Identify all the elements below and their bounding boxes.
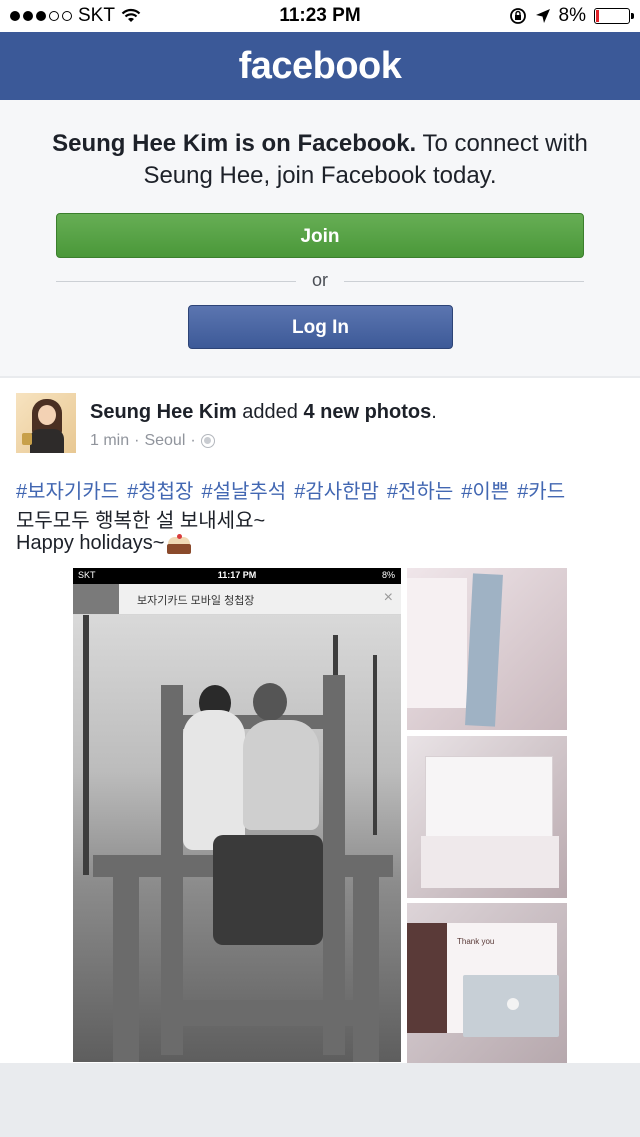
hashtag-link[interactable]: #이쁜	[461, 475, 509, 504]
hashtag-link[interactable]: #청첩장	[127, 475, 193, 504]
or-divider: or	[56, 270, 584, 294]
post-photo-thumb[interactable]: Thank you	[407, 903, 567, 1063]
post-time[interactable]: 1 min	[90, 432, 129, 450]
photo-bar-title: 보자기카드 모바일 청첩장	[137, 595, 255, 607]
post-photo-count-link[interactable]: 4 new photos	[303, 401, 431, 423]
status-right: 8%	[509, 5, 634, 27]
avatar[interactable]	[16, 393, 76, 453]
join-message: Seung Hee Kim is on Facebook. To connect…	[40, 128, 600, 192]
hashtag-link[interactable]: #카드	[517, 475, 565, 504]
photo-battery: 8%	[381, 570, 395, 580]
hashtag-link[interactable]: #전하는	[387, 475, 453, 504]
post-photo-thumb[interactable]	[407, 568, 567, 730]
photo-status-bar: SKT 11:17 PM 8%	[73, 568, 401, 584]
post-action-text: added	[236, 401, 304, 423]
facebook-header: facebook	[0, 32, 640, 100]
hashtag-row: #보자기카드 #청첩장 #설날추석 #감사한맘 #전하는 #이쁜 #카드	[16, 475, 565, 504]
photo-back-block	[73, 584, 119, 614]
post-location[interactable]: Seoul	[144, 432, 185, 450]
divider-line-right	[344, 281, 584, 282]
post-photo-main[interactable]: SKT 11:17 PM 8% 보자기카드 모바일 청첩장 ×	[73, 568, 401, 1062]
post-text-line-holidays: Happy holidays~	[16, 532, 192, 555]
holidays-text: Happy holidays~	[16, 532, 165, 554]
cake-emoji-icon	[166, 533, 192, 555]
globe-icon	[200, 434, 215, 448]
login-button[interactable]: Log In	[188, 305, 453, 349]
join-panel: Seung Hee Kim is on Facebook. To connect…	[0, 100, 640, 376]
location-arrow-icon	[535, 9, 550, 23]
meta-separator: ·	[134, 432, 140, 449]
hashtag-link[interactable]: #보자기카드	[16, 475, 119, 504]
post-author-link[interactable]: Seung Hee Kim	[90, 401, 237, 423]
battery-icon	[594, 8, 634, 24]
post-card: Seung Hee Kim added 4 new photos. 1 min …	[0, 378, 640, 1063]
post-photo-thumb[interactable]	[407, 736, 567, 898]
status-bar: SKT 11:23 PM 8%	[0, 0, 640, 32]
post-period: .	[431, 401, 437, 423]
facebook-logo[interactable]: facebook	[239, 45, 402, 88]
post-header: Seung Hee Kim added 4 new photos.	[90, 401, 437, 424]
thank-you-text: Thank you	[457, 937, 495, 946]
battery-percent: 8%	[558, 5, 586, 26]
hashtag-link[interactable]: #감사한맘	[294, 475, 379, 504]
hashtag-link[interactable]: #설날추석	[201, 475, 286, 504]
page-bottom	[0, 1063, 640, 1137]
photo-time: 11:17 PM	[217, 570, 257, 580]
join-message-name: Seung Hee Kim is on Facebook.	[52, 130, 417, 157]
close-icon: ×	[383, 589, 393, 606]
meta-separator: ·	[190, 432, 196, 449]
post-text-line: 모두모두 행복한 설 보내세요~	[16, 510, 266, 532]
post-meta: 1 min · Seoul ·	[90, 432, 215, 450]
join-button[interactable]: Join	[56, 213, 584, 258]
photo-title-bar: 보자기카드 모바일 청첩장 ×	[73, 584, 401, 615]
rotation-lock-icon	[509, 8, 526, 24]
couple-photo	[73, 615, 401, 1062]
